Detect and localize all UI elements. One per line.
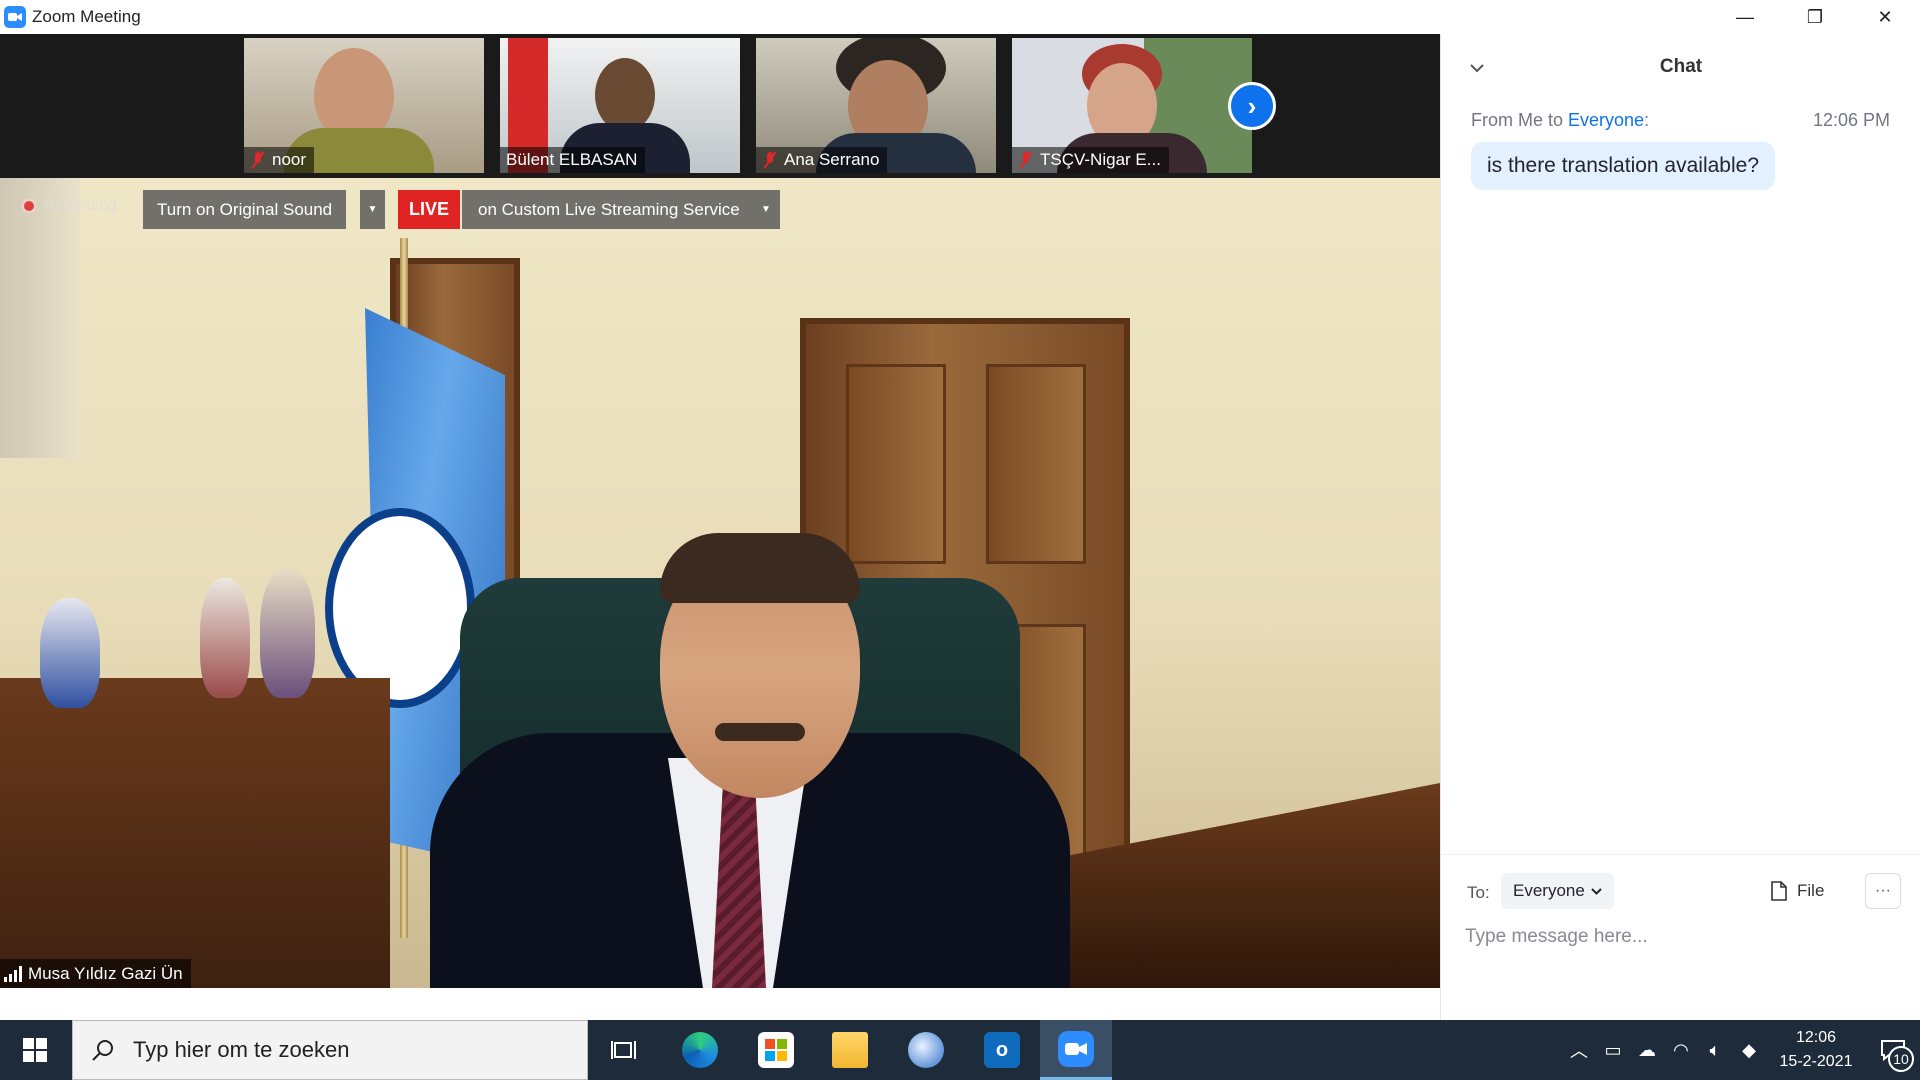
original-sound-dropdown[interactable]: ▼: [360, 190, 385, 229]
store-icon: [758, 1032, 794, 1068]
vase: [40, 598, 100, 708]
recipient-select[interactable]: Everyone: [1501, 873, 1614, 909]
participant-tile-noor[interactable]: noor: [244, 38, 484, 173]
chat-header: Chat: [1441, 34, 1920, 104]
participant-label: Ana Serrano: [756, 147, 888, 173]
chat-composer: To: Everyone File ···: [1441, 854, 1920, 1020]
zoom-icon: [1058, 1030, 1094, 1067]
desk-left: [0, 678, 390, 988]
mic-muted-icon: [1018, 151, 1034, 169]
system-tray: ︿ ▭ ☁ ◠ 🔈︎ ◆ 12:06 15-2-2021 10: [1562, 1020, 1920, 1080]
mic-muted-icon: [250, 151, 266, 169]
taskbar-edge[interactable]: [664, 1020, 736, 1080]
wifi-icon[interactable]: ◠: [1664, 1020, 1698, 1080]
edge-icon: [682, 1032, 718, 1068]
window-controls: — ❐ ✕: [1710, 0, 1920, 34]
original-sound-button[interactable]: Turn on Original Sound: [143, 190, 347, 229]
speaker-hair: [660, 533, 860, 603]
message-sender-suffix: :: [1644, 110, 1650, 130]
volume-icon[interactable]: 🔈︎: [1698, 1020, 1732, 1080]
speaker-name: Musa Yıldız Gazi Ün: [28, 963, 183, 983]
message-time: 12:06 PM: [1812, 110, 1890, 130]
minimize-button[interactable]: —: [1710, 0, 1780, 34]
gallery-strip: noor Bülent ELBASAN Ana Serrano TSÇV-Nig…: [0, 34, 1440, 177]
live-streaming-dropdown[interactable]: ▼: [752, 190, 780, 229]
more-icon: ···: [1875, 882, 1891, 899]
meeting-area: noor Bülent ELBASAN Ana Serrano TSÇV-Nig…: [0, 34, 1440, 988]
participant-name: Bülent ELBASAN: [506, 150, 638, 169]
close-button[interactable]: ✕: [1850, 0, 1920, 34]
participant-name: TSÇV-Nigar E...: [1040, 150, 1161, 169]
taskbar-search[interactable]: Typ hier om te zoeken: [72, 1020, 588, 1080]
dropbox-icon[interactable]: ◆: [1732, 1020, 1766, 1080]
speaker-mustache: [715, 723, 805, 741]
chat-title: Chat: [1659, 56, 1703, 77]
action-center-button[interactable]: 10: [1866, 1020, 1920, 1080]
taskbar-outlook[interactable]: o: [966, 1020, 1038, 1080]
message-bubble: is there translation available?: [1471, 142, 1775, 190]
task-view-icon: [611, 1041, 636, 1059]
file-icon: [1771, 881, 1787, 901]
next-page-button[interactable]: ›: [1228, 82, 1276, 130]
battery-icon[interactable]: ▭: [1596, 1020, 1630, 1080]
windows-taskbar: Typ hier om te zoeken o ︿ ▭ ☁ ◠ 🔈︎ ◆ 12:…: [0, 1020, 1920, 1080]
message-input[interactable]: [1463, 917, 1893, 957]
zoom-app-icon: [4, 6, 26, 28]
clock-time: 12:06: [1795, 1029, 1837, 1046]
taskbar-file-explorer[interactable]: [814, 1020, 886, 1080]
taskbar-thunderbird[interactable]: [890, 1020, 962, 1080]
live-streaming-service[interactable]: on Custom Live Streaming Service: [462, 190, 780, 229]
onedrive-icon[interactable]: ☁: [1630, 1020, 1664, 1080]
chevron-right-icon: ›: [1247, 90, 1257, 121]
chevron-up-icon: ︿: [1570, 1041, 1588, 1061]
taskbar-store[interactable]: [740, 1020, 812, 1080]
task-view-button[interactable]: [588, 1020, 660, 1080]
participant-name: Ana Serrano: [784, 150, 880, 169]
search-placeholder: Typ hier om te zoeken: [133, 1037, 350, 1062]
vase: [260, 568, 315, 698]
window-title: Zoom Meeting: [32, 7, 141, 26]
file-button[interactable]: File: [1771, 873, 1824, 909]
clock-date: 15-2-2021: [1779, 1053, 1853, 1070]
record-icon: [22, 199, 36, 213]
chevron-down-icon: [1591, 887, 1602, 895]
start-button[interactable]: [0, 1020, 70, 1080]
more-options-button[interactable]: ···: [1865, 873, 1901, 909]
message-meta: From Me to Everyone:: [1471, 110, 1649, 131]
clock[interactable]: 12:06 15-2-2021: [1766, 1026, 1866, 1074]
search-icon: [92, 1040, 113, 1061]
participant-tile-ana[interactable]: Ana Serrano: [756, 38, 996, 173]
message-sender: From Me to: [1471, 110, 1569, 130]
folder-icon: [832, 1032, 868, 1068]
participant-name: noor: [272, 150, 307, 169]
message-recipient[interactable]: Everyone: [1568, 110, 1644, 130]
file-label: File: [1797, 881, 1825, 900]
title-bar: Zoom Meeting: [0, 0, 1440, 34]
recipient-value: Everyone: [1513, 881, 1585, 900]
live-badge: LIVE: [398, 190, 460, 229]
notification-count: 10: [1888, 1046, 1914, 1072]
to-label: To:: [1467, 883, 1490, 902]
mic-muted-icon: [762, 151, 778, 169]
participant-tile-nigar[interactable]: TSÇV-Nigar E...: [1012, 38, 1252, 173]
main-video: [0, 178, 1440, 988]
recording-indicator: Recording: [22, 197, 117, 215]
show-hidden-icons-button[interactable]: ︿: [1562, 1020, 1596, 1080]
taskbar-zoom[interactable]: [1040, 1020, 1112, 1080]
vase: [200, 578, 250, 698]
recording-label: Recording: [44, 197, 117, 214]
participant-tile-bulent[interactable]: Bülent ELBASAN: [500, 38, 740, 173]
windows-logo-icon: [23, 1038, 47, 1062]
caret-down-icon: ▼: [367, 204, 378, 215]
signal-strength-icon: [4, 965, 22, 982]
caret-down-icon: ▼: [761, 204, 771, 215]
mail-client-icon: [908, 1032, 944, 1068]
active-speaker-label: Musa Yıldız Gazi Ün: [0, 959, 191, 988]
participant-label: noor: [244, 147, 315, 173]
chat-panel: Chat From Me to Everyone: 12:06 PM is th…: [1440, 34, 1920, 1020]
participant-label: TSÇV-Nigar E...: [1012, 147, 1169, 173]
restore-button[interactable]: ❐: [1780, 0, 1850, 34]
outlook-icon: o: [984, 1032, 1020, 1068]
participant-label: Bülent ELBASAN: [500, 147, 646, 173]
